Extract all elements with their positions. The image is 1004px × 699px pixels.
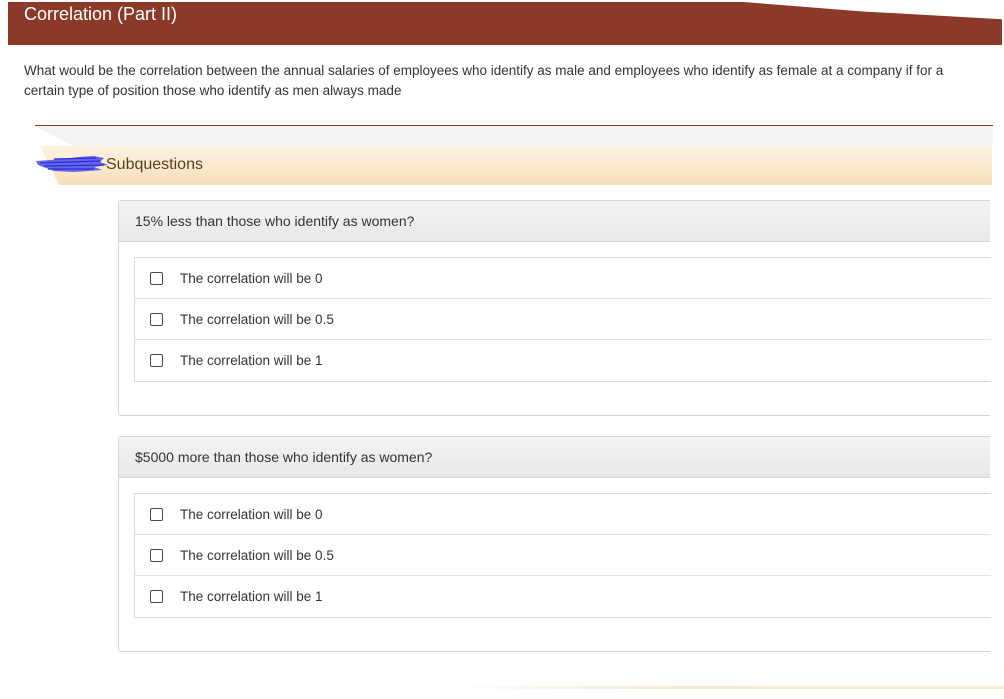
subquestion-prompt: $5000 more than those who identify as wo… — [119, 437, 990, 478]
checkbox[interactable] — [150, 271, 163, 285]
option-row[interactable]: The correlation will be 1 — [135, 340, 991, 381]
option-row[interactable]: The correlation will be 1 — [135, 576, 991, 617]
checkbox[interactable] — [150, 590, 163, 603]
option-row[interactable]: The correlation will be 0.5 — [135, 535, 991, 576]
checkbox[interactable] — [150, 507, 163, 521]
option-label: The correlation will be 0 — [180, 506, 323, 522]
divider-band — [35, 126, 993, 146]
footer-divider — [452, 686, 1004, 689]
options-list: The correlation will be 0 The correlatio… — [134, 493, 991, 618]
option-row[interactable]: The correlation will be 0 — [135, 258, 991, 299]
option-label: The correlation will be 0 — [180, 270, 323, 286]
redacted-scribble-icon — [36, 156, 108, 172]
page-title: Correlation (Part II) — [24, 4, 178, 24]
subquestion-card: $5000 more than those who identify as wo… — [118, 436, 991, 652]
checkbox[interactable] — [150, 312, 163, 326]
checkbox[interactable] — [150, 548, 163, 562]
checkbox[interactable] — [150, 354, 163, 367]
subquestion-prompt: 15% less than those who identify as wome… — [119, 201, 990, 242]
option-label: The correlation will be 1 — [180, 589, 323, 604]
option-row[interactable]: The correlation will be 0.5 — [135, 299, 991, 340]
option-label: The correlation will be 0.5 — [180, 547, 334, 563]
subquestion-card: 15% less than those who identify as wome… — [118, 200, 991, 416]
option-label: The correlation will be 0.5 — [180, 311, 334, 327]
question-text: What would be the correlation between th… — [24, 63, 944, 98]
divider — [35, 125, 993, 126]
option-row[interactable]: The correlation will be 0 — [135, 494, 991, 535]
options-list: The correlation will be 0 The correlatio… — [134, 257, 991, 382]
subquestions-label: Subquestions — [106, 156, 203, 173]
option-label: The correlation will be 1 — [180, 353, 323, 368]
